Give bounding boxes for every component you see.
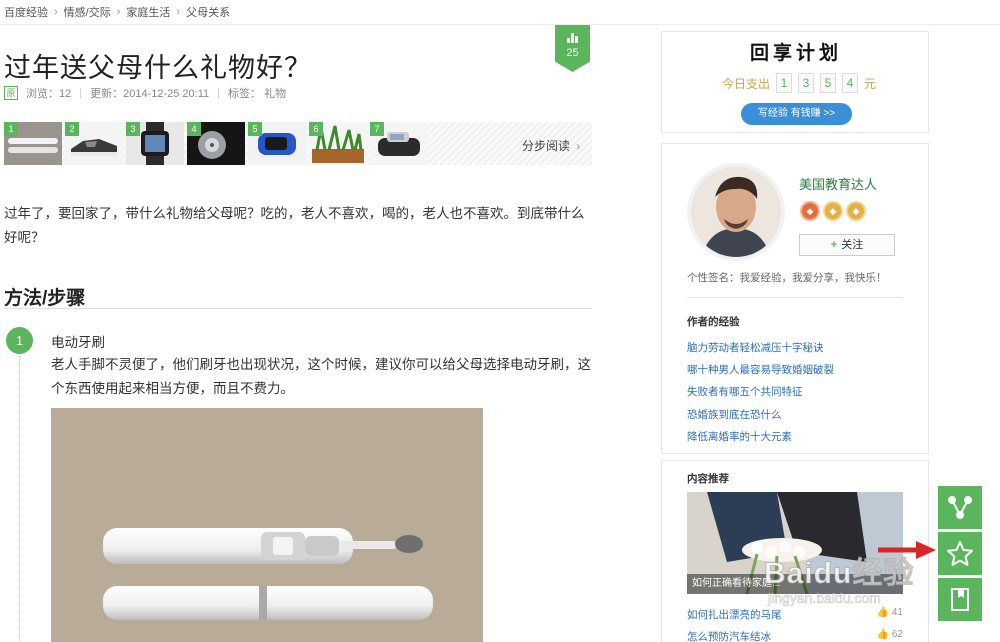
page-title: 过年送父母什么礼物好？ xyxy=(4,53,312,84)
step-read-label: 分步阅读 xyxy=(522,139,571,153)
favorite-button[interactable] xyxy=(938,532,982,575)
watermark-logo: Baidu经验 xyxy=(763,557,915,591)
step-thumbnail[interactable]: 6 xyxy=(309,122,367,165)
recommended-title: 如何扎出漂亮的马尾 xyxy=(687,609,782,621)
plus-icon: + xyxy=(830,239,838,251)
recommended-item[interactable]: 怎么预防汽车结冰 👍 62 xyxy=(687,629,903,642)
breadcrumb-item[interactable]: 百度经验 xyxy=(4,4,48,20)
section-title: 方法/步骤 xyxy=(4,288,86,309)
view-count: 浏览：12 xyxy=(26,88,72,100)
vote-badge[interactable]: 25 xyxy=(555,25,590,72)
chevron-right-icon: › xyxy=(54,6,58,18)
step-thumbnail[interactable]: 7 xyxy=(370,122,428,165)
experience-link[interactable]: 失败者有哪五个共同特征 xyxy=(687,384,803,399)
follow-label: 关注 xyxy=(841,239,864,251)
author-name[interactable]: 美国教育达人 xyxy=(799,174,877,193)
experience-link[interactable]: 哪十种男人最容易导致婚姻破裂 xyxy=(687,362,834,377)
article-meta: 原 浏览：12 | 更新：2014-12-25 20:11 | 标签： 礼物 xyxy=(4,85,286,101)
author-medals: ◆ ◆ ◆ xyxy=(800,201,869,221)
thumbs-up-icon: 👍 xyxy=(876,629,892,640)
step-number: 1 xyxy=(6,327,33,354)
chevron-right-icon: › xyxy=(176,6,181,18)
original-badge: 原 xyxy=(4,86,18,100)
medal-icon: ◆ xyxy=(800,201,820,221)
avatar[interactable] xyxy=(687,163,785,261)
spending-digit: 4 xyxy=(842,73,859,93)
medal-icon: ◆ xyxy=(823,201,843,221)
spending-digit: 5 xyxy=(820,73,837,93)
article-intro: 过年了，要回家了，带什么礼物给父母呢？吃的，老人不喜欢，喝的，老人也不喜欢。到底… xyxy=(4,206,585,245)
like-count: 👍 41 xyxy=(876,607,903,618)
recommended-item[interactable]: 如何扎出漂亮的马尾 👍 41 xyxy=(687,607,903,622)
share-icon xyxy=(948,496,972,519)
divider xyxy=(4,308,592,309)
chevron-right-icon: › xyxy=(116,6,121,18)
step-read-link[interactable]: 分步阅读 › xyxy=(522,137,580,154)
recommended-title: 怎么预防汽车结冰 xyxy=(687,631,771,642)
breadcrumb-item[interactable]: 家庭生活 xyxy=(126,4,170,20)
unit-label: 元 xyxy=(864,76,877,91)
divider xyxy=(0,24,1000,25)
author-signature: 个性签名：我爱经验，我爱分享，我快乐！ xyxy=(687,272,887,284)
experience-link[interactable]: 脑力劳动者轻松减压十字秘诀 xyxy=(687,340,824,355)
thumb-number: 1 xyxy=(4,122,18,136)
thumb-number: 5 xyxy=(248,122,262,136)
step-thumbnail[interactable]: 3 xyxy=(126,122,184,165)
thumb-number: 6 xyxy=(309,122,323,136)
spending-digit: 3 xyxy=(798,73,815,93)
step-thumbnail[interactable]: 5 xyxy=(248,122,306,165)
medal-icon: ◆ xyxy=(846,201,866,221)
divider xyxy=(687,297,903,298)
reward-plan-card: 回享计划 今日支出 1 3 5 4 元 写经验 有钱赚 >> xyxy=(661,31,929,133)
thumb-number: 2 xyxy=(65,122,79,136)
step-text: 老人手脚不灵便了，他们刷牙也出现状况，这个时候，建议你可以给父母选择电动牙刷，这… xyxy=(51,357,591,396)
bar-chart-icon xyxy=(567,33,579,43)
step-thumbnail[interactable]: 1 xyxy=(4,122,62,165)
step-title: 电动牙刷 xyxy=(51,335,105,350)
step-thumbnail[interactable]: 4 xyxy=(187,122,245,165)
recommendations-heading: 内容推荐 xyxy=(687,473,729,485)
follow-button[interactable]: + 关注 xyxy=(799,234,895,256)
vote-count: 25 xyxy=(566,47,579,59)
plan-title: 回享计划 xyxy=(749,42,842,64)
breadcrumb: 百度经验 › 情感/交际 › 家庭生活 › 父母关系 xyxy=(4,3,230,21)
thumb-number: 7 xyxy=(370,122,384,136)
update-time: 更新：2014-12-25 20:11 xyxy=(90,88,210,100)
thumb-number: 4 xyxy=(187,122,201,136)
author-experiences-heading: 作者的经验 xyxy=(687,316,740,328)
thumbs-up-icon: 👍 xyxy=(876,607,892,618)
bookmark-icon xyxy=(951,588,969,611)
experience-link[interactable]: 恐婚族到底在恐什么 xyxy=(687,407,782,422)
step-image[interactable] xyxy=(51,408,483,642)
spending-digit: 1 xyxy=(776,73,793,93)
breadcrumb-item[interactable]: 情感/交际 xyxy=(64,4,111,20)
step-thumbnail-strip: 1 2 3 4 5 6 7 xyxy=(4,122,592,165)
spent-label: 今日支出 xyxy=(722,76,771,91)
breadcrumb-item[interactable]: 父母关系 xyxy=(186,4,230,20)
star-icon xyxy=(947,541,973,566)
like-count: 👍 62 xyxy=(876,629,903,640)
tags[interactable]: 标签： 礼物 xyxy=(228,85,286,101)
share-button[interactable] xyxy=(938,486,982,529)
step-thumbnail[interactable]: 2 xyxy=(65,122,123,165)
thumb-number: 3 xyxy=(126,122,140,136)
write-experience-button[interactable]: 写经验 有钱赚 >> xyxy=(741,103,852,125)
bookmark-button[interactable] xyxy=(938,578,982,621)
chevron-right-icon: › xyxy=(576,139,581,153)
daily-spending: 今日支出 1 3 5 4 元 xyxy=(722,73,876,93)
experience-link[interactable]: 降低离婚率的十大元素 xyxy=(687,429,792,444)
watermark-url: jingyan.baidu.com xyxy=(768,590,881,607)
step-guide-line xyxy=(19,356,20,642)
